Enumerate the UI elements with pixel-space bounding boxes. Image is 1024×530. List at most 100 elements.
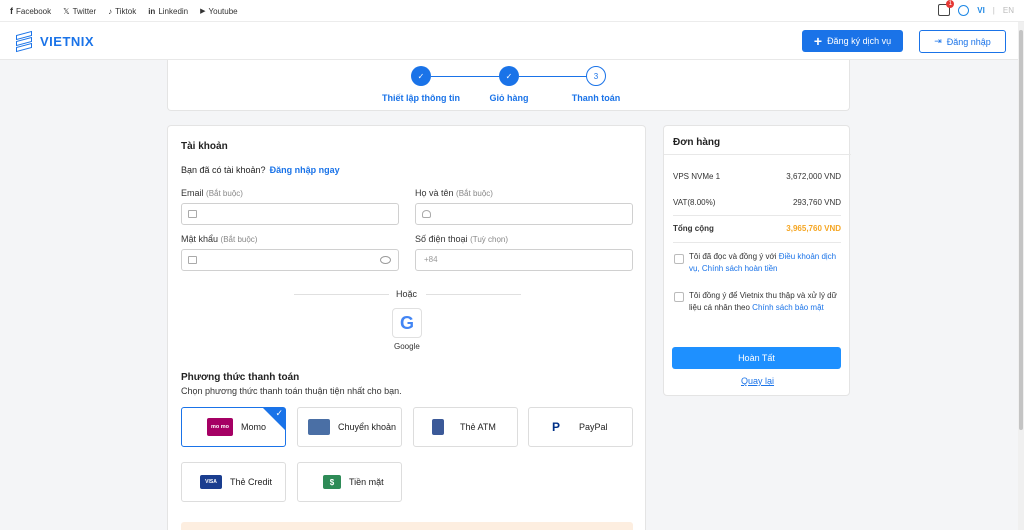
agree-terms-prefix: Tôi đã đọc và đồng ý với <box>689 252 779 261</box>
atm-card-icon <box>432 419 444 435</box>
eye-off-icon[interactable] <box>380 256 391 264</box>
password-required: (Bắt buộc) <box>220 235 258 244</box>
payment-option-bank-transfer[interactable]: Chuyển khoản <box>297 407 402 447</box>
social-link-tiktok[interactable]: ♪ Tiktok <box>108 6 136 16</box>
phone-label: Số điện thoại (Tuỳ chọn) <box>415 234 508 244</box>
fullname-field[interactable] <box>415 203 633 225</box>
cart-icon[interactable]: 1 <box>938 0 955 16</box>
email-field[interactable] <box>181 203 399 225</box>
login-now-link[interactable]: Đăng nhập ngay <box>270 165 340 175</box>
cart-badge: 1 <box>946 0 955 8</box>
top-right-controls: 1 VI | EN <box>938 0 1014 16</box>
finish-button[interactable]: Hoàn Tất <box>672 347 841 369</box>
page-scrollbar[interactable] <box>1018 22 1024 530</box>
step-3-label: Thanh toán <box>571 93 621 103</box>
order-item-price: 293,760 VND <box>792 198 841 207</box>
login-button[interactable]: ⇥ Đăng nhập <box>919 30 1006 53</box>
divider <box>673 215 841 216</box>
step-connector <box>431 76 501 77</box>
lock-icon <box>188 256 197 264</box>
social-link-linkedin[interactable]: in Linkedin <box>148 6 188 16</box>
google-label: Google <box>394 342 420 351</box>
payment-option-label: Tiền mặt <box>349 477 384 487</box>
name-label: Họ và tên (Bắt buộc) <box>415 188 493 198</box>
checkout-steps: ✓ ✓ 3 Thiết lập thông tin Giỏ hàng Thanh… <box>167 60 850 111</box>
phone-field[interactable]: +84 <box>415 249 633 271</box>
mail-icon <box>188 210 197 218</box>
password-label-text: Mật khẩu <box>181 234 219 244</box>
divider <box>664 154 851 155</box>
scrollbar-thumb[interactable] <box>1019 30 1023 430</box>
google-signin-button[interactable]: G <box>392 308 422 338</box>
social-label: Facebook <box>16 6 52 16</box>
payment-option-label: Thẻ ATM <box>460 422 496 432</box>
social-label: Linkedin <box>158 6 189 16</box>
social-label: Twitter <box>72 6 97 16</box>
payment-option-credit[interactable]: VISA Thẻ Credit <box>181 462 286 502</box>
privacy-policy-link[interactable]: Chính sách bảo mật <box>752 303 824 312</box>
email-required: (Bắt buộc) <box>206 189 243 198</box>
login-icon: ⇥ <box>934 36 942 46</box>
agree-data-checkbox[interactable] <box>674 292 684 302</box>
social-link-facebook[interactable]: f Facebook <box>10 6 51 16</box>
have-account-question: Bạn đã có tài khoản? <box>181 165 266 175</box>
payment-option-cash[interactable]: $ Tiền mặt <box>297 462 402 502</box>
order-item-row: VAT(8.00%) 293,760 VND <box>673 198 841 207</box>
tiktok-icon: ♪ <box>108 6 113 16</box>
step-3-number: 3 <box>586 66 606 86</box>
order-item-name: VAT(8.00%) <box>673 198 716 207</box>
payment-option-label: Chuyển khoản <box>338 422 397 432</box>
order-item-name: VPS NVMe 1 <box>673 172 721 181</box>
logo-text: VIETNIX <box>40 33 95 49</box>
globe-icon <box>958 4 970 16</box>
step-1-label: Thiết lập thông tin <box>382 93 460 103</box>
divider <box>673 242 841 243</box>
phone-placeholder: +84 <box>424 255 438 264</box>
order-total-row: Tổng cộng 3,965,760 VND <box>673 224 841 233</box>
account-form-card: Tài khoản Bạn đã có tài khoản? Đăng nhập … <box>167 125 646 530</box>
payment-option-paypal[interactable]: P PayPal <box>528 407 633 447</box>
lang-en[interactable]: EN <box>1003 6 1014 15</box>
social-links: f Facebook 𝕏 Twitter ♪ Tiktok in Linkedin ▶ Y… <box>10 6 238 16</box>
agree-terms-checkbox[interactable] <box>674 254 684 264</box>
google-icon: G <box>399 312 414 333</box>
lang-separator: | <box>992 5 995 15</box>
bank-transfer-icon <box>308 419 330 435</box>
plus-icon: + <box>813 33 823 49</box>
back-link[interactable]: Quay lại <box>664 376 851 386</box>
lang-vi[interactable]: VI <box>977 6 985 15</box>
order-item-row: VPS NVMe 1 3,672,000 VND <box>673 172 841 181</box>
payment-option-momo[interactable]: mo mo Momo ✓ <box>181 407 286 447</box>
step-2-label: Giỏ hàng <box>489 93 529 103</box>
payment-option-label: PayPal <box>579 422 608 432</box>
momo-icon: mo mo <box>207 418 233 436</box>
step-connector <box>519 76 587 77</box>
order-title: Đơn hàng <box>673 137 721 148</box>
agree-data-text: Tôi đồng ý để Vietnix thu thập và xử lý … <box>689 290 839 314</box>
site-header: VIETNIX + Đăng ký dịch vụ ⇥ Đăng nhập <box>0 22 1018 60</box>
payment-option-atm[interactable]: Thẻ ATM <box>413 407 518 447</box>
agree-terms-text: Tôi đã đọc và đồng ý với Điều khoản dịch… <box>689 251 839 275</box>
youtube-icon: ▶ <box>200 8 206 15</box>
order-total-value: 3,965,760 VND <box>786 224 841 233</box>
step-1-check-icon: ✓ <box>411 66 431 86</box>
register-service-label: Đăng ký dịch vụ <box>827 36 892 46</box>
step-2-check-icon: ✓ <box>499 66 519 86</box>
top-bar: f Facebook 𝕏 Twitter ♪ Tiktok in Linkedin ▶ Y… <box>0 0 1024 22</box>
social-link-youtube[interactable]: ▶ Youtube <box>200 6 237 16</box>
name-required: (Bắt buộc) <box>456 189 493 198</box>
account-title: Tài khoản <box>181 141 228 152</box>
register-service-button[interactable]: + Đăng ký dịch vụ <box>802 30 903 52</box>
phone-label-text: Số điện thoại <box>415 234 468 244</box>
payment-notice-banner <box>181 522 633 530</box>
email-label-text: Email <box>181 188 204 198</box>
paypal-icon: P <box>551 420 560 434</box>
payment-method-subtitle: Chọn phương thức thanh toán thuận tiện n… <box>181 386 402 396</box>
social-link-twitter[interactable]: 𝕏 Twitter <box>63 6 96 16</box>
logo-icon <box>14 30 34 53</box>
order-summary-card: Đơn hàng VPS NVMe 1 3,672,000 VND VAT(8.… <box>663 125 851 396</box>
payment-option-label: Thẻ Credit <box>230 477 273 487</box>
credit-card-icon: VISA <box>200 475 222 489</box>
password-field[interactable] <box>181 249 399 271</box>
logo[interactable]: VIETNIX <box>14 30 95 53</box>
